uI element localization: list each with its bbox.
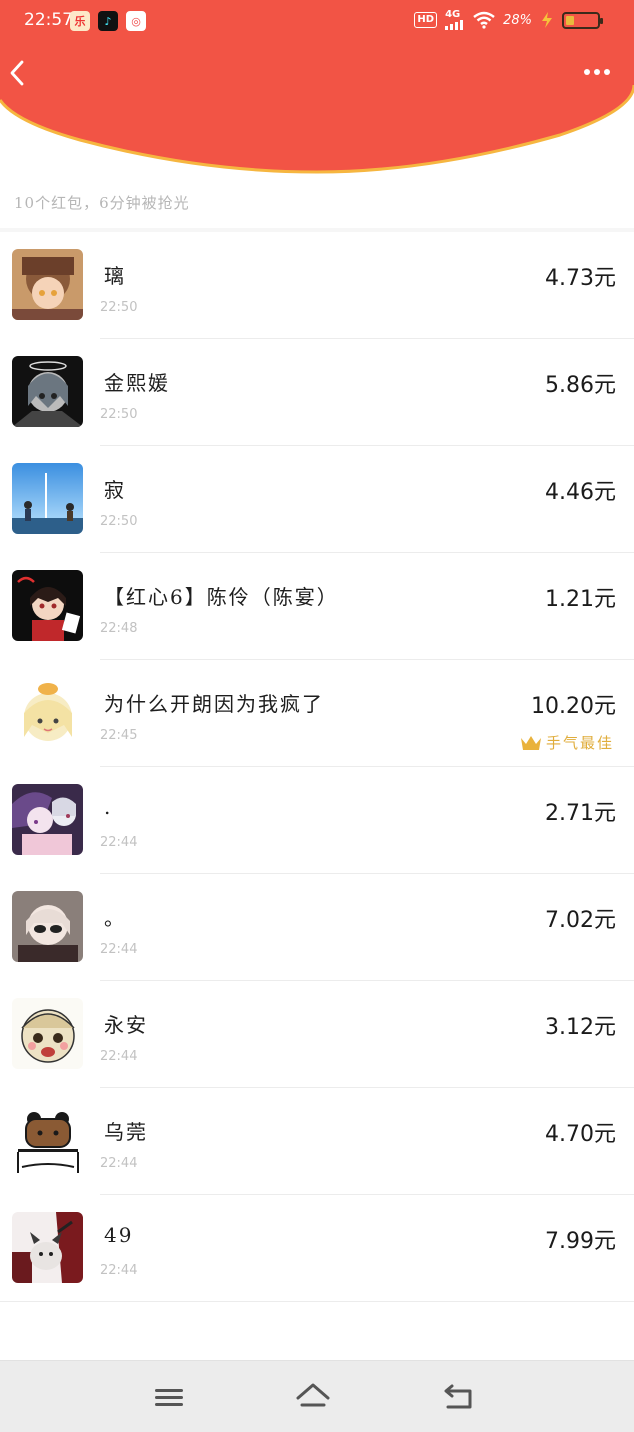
more-button[interactable] — [584, 62, 614, 82]
menu-icon — [155, 1389, 183, 1406]
app-notification-icon: 乐 — [70, 11, 90, 31]
more-dot — [604, 69, 610, 75]
list-item[interactable]: 璃 22:50 4.73元 — [0, 232, 634, 339]
notification-icons: 乐 ♪ ◎ — [70, 11, 146, 31]
tiktok-icon: ♪ — [98, 11, 118, 31]
battery-icon — [562, 11, 603, 29]
claim-time: 22:44 — [100, 1049, 138, 1064]
user-name: 【红心6】陈伶（陈宴） — [104, 585, 339, 609]
claim-time: 22:45 — [100, 728, 138, 743]
system-nav-bar — [0, 1360, 634, 1432]
user-name: 为什么开朗因为我疯了 — [104, 692, 324, 716]
back-nav-button[interactable] — [440, 1381, 476, 1413]
list-item[interactable]: 金熙媛 22:50 5.86元 — [0, 339, 634, 446]
claim-time: 22:50 — [100, 407, 138, 422]
best-luck-badge: 手气最佳 — [520, 732, 614, 753]
packet-summary: 10个红包，6分钟被抢光 — [14, 194, 190, 212]
avatar[interactable] — [12, 784, 83, 855]
user-name: 乌莞 — [104, 1120, 148, 1144]
list-item[interactable]: . 22:44 2.71元 — [0, 767, 634, 874]
avatar[interactable] — [12, 998, 83, 1069]
list-item[interactable]: 乌莞 22:44 4.70元 — [0, 1088, 634, 1195]
claim-time: 22:44 — [100, 1263, 138, 1278]
wifi-icon — [473, 11, 495, 29]
claim-amount: 1.21元 — [545, 587, 616, 612]
claim-time: 22:50 — [100, 300, 138, 315]
more-dot — [594, 69, 600, 75]
user-name: 。 — [104, 906, 126, 930]
claim-amount: 4.73元 — [545, 266, 616, 291]
claim-time: 22:44 — [100, 1156, 138, 1171]
claim-amount: 4.70元 — [545, 1122, 616, 1147]
user-name: 金熙媛 — [104, 371, 170, 395]
avatar[interactable] — [12, 570, 83, 641]
chevron-left-icon — [10, 60, 24, 86]
avatar[interactable] — [12, 249, 83, 320]
status-indicators: HD 4G 28% — [414, 10, 603, 30]
network-type: 4G — [445, 9, 461, 20]
claim-amount: 7.02元 — [545, 908, 616, 933]
claim-amount: 10.20元 — [531, 694, 616, 719]
avatar[interactable] — [12, 1105, 83, 1176]
list-item[interactable]: 为什么开朗因为我疯了 22:45 10.20元 手气最佳 — [0, 660, 634, 767]
claim-amount: 2.71元 — [545, 801, 616, 826]
claim-amount: 4.46元 — [545, 480, 616, 505]
row-divider — [0, 1301, 634, 1302]
claim-time: 22:50 — [100, 514, 138, 529]
charging-icon — [542, 12, 552, 28]
more-dots-icon — [584, 69, 590, 75]
list-item[interactable]: 49 22:44 7.99元 — [0, 1195, 634, 1302]
claim-time: 22:48 — [100, 621, 138, 636]
user-name: 寂 — [104, 478, 126, 502]
list-item[interactable]: 寂 22:50 4.46元 — [0, 446, 634, 553]
status-time: 22:57 — [24, 10, 73, 30]
menu-button[interactable] — [151, 1381, 187, 1413]
home-button[interactable] — [295, 1381, 331, 1413]
claim-time: 22:44 — [100, 942, 138, 957]
avatar[interactable] — [12, 677, 83, 748]
claim-amount: 3.12元 — [545, 1015, 616, 1040]
back-icon — [444, 1384, 472, 1409]
claim-amount: 5.86元 — [545, 373, 616, 398]
status-bar: 22:57 乐 ♪ ◎ HD 4G 28% — [0, 0, 634, 44]
battery-percent: 28% — [503, 12, 532, 28]
user-name: 永安 — [104, 1013, 148, 1037]
list-item[interactable]: 永安 22:44 3.12元 — [0, 981, 634, 1088]
user-name: 璃 — [104, 264, 126, 288]
crown-icon — [520, 735, 541, 750]
avatar[interactable] — [12, 463, 83, 534]
avatar[interactable] — [12, 356, 83, 427]
app-notification-icon: ◎ — [126, 11, 146, 31]
claim-list: 璃 22:50 4.73元 金熙媛 22:50 5.86元 寂 22:50 4.… — [0, 232, 634, 1302]
list-item[interactable]: 。 22:44 7.02元 — [0, 874, 634, 981]
avatar[interactable] — [12, 1212, 83, 1283]
list-item[interactable]: 【红心6】陈伶（陈宴） 22:48 1.21元 — [0, 553, 634, 660]
battery-level — [566, 15, 575, 25]
signal-icon: 4G — [445, 10, 465, 30]
hd-badge: HD — [414, 12, 438, 28]
claim-amount: 7.99元 — [545, 1229, 616, 1254]
claim-time: 22:44 — [100, 835, 138, 850]
user-name: 49 — [104, 1223, 134, 1247]
best-luck-label: 手气最佳 — [545, 734, 614, 752]
user-name: . — [104, 795, 113, 819]
back-button[interactable] — [4, 58, 34, 88]
avatar[interactable] — [12, 891, 83, 962]
home-icon — [296, 1383, 330, 1407]
